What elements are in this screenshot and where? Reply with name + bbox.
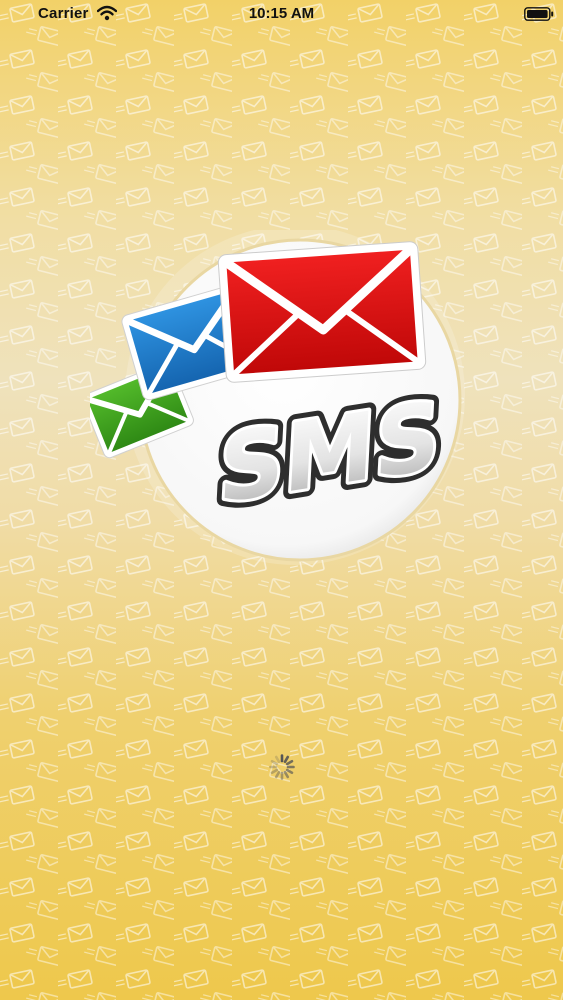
battery-icon <box>524 7 554 21</box>
clock: 10:15 AM <box>248 5 315 22</box>
loading-spinner-icon <box>269 754 295 780</box>
sms-logo: SMS SMS SMS <box>90 230 465 565</box>
splash-screen: Carrier 10:15 AM SMS SMS SMS <box>0 0 563 1000</box>
red-envelope-icon <box>217 241 427 383</box>
status-bar: Carrier 10:15 AM <box>0 0 563 30</box>
